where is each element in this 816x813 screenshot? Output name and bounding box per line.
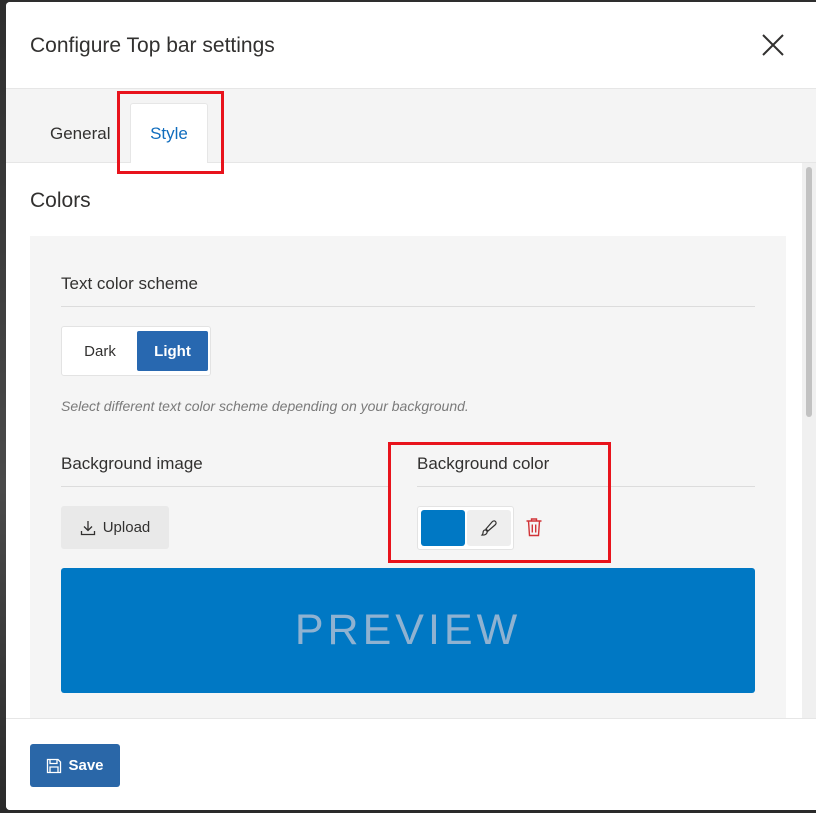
dialog-body: Colors Text color scheme Dark Light Sele… (6, 163, 816, 718)
background-color-picker (417, 506, 514, 550)
floppy-disk-icon (47, 758, 62, 773)
divider (417, 486, 755, 487)
dialog-header: Configure Top bar settings (6, 2, 816, 88)
close-icon (762, 34, 784, 56)
upload-label: Upload (102, 519, 151, 536)
pick-color-button[interactable] (467, 510, 511, 546)
preview-label: PREVIEW (294, 606, 522, 654)
color-swatch[interactable] (421, 510, 465, 546)
delete-color-button[interactable] (523, 514, 545, 540)
brush-icon (480, 520, 497, 536)
settings-dialog: Configure Top bar settings General Style… (6, 2, 816, 810)
tab-general[interactable]: General (30, 103, 130, 165)
upload-button[interactable]: Upload (61, 506, 169, 549)
background-preview: PREVIEW (61, 568, 755, 693)
scheme-light-button[interactable]: Light (137, 331, 208, 371)
tab-bar: General Style (6, 88, 816, 165)
divider (61, 486, 391, 487)
close-button[interactable] (758, 30, 788, 60)
colors-panel: Text color scheme Dark Light Select diff… (30, 236, 786, 718)
scrollbar[interactable] (802, 163, 816, 718)
text-color-scheme-hint: Select different text color scheme depen… (61, 398, 469, 414)
trash-icon (526, 518, 542, 537)
dialog-footer: Save (6, 718, 816, 810)
tab-style[interactable]: Style (130, 103, 208, 164)
divider (61, 306, 755, 307)
background-image-label: Background image (61, 454, 203, 473)
save-label: Save (68, 757, 104, 774)
dialog-title: Configure Top bar settings (30, 34, 275, 57)
save-button[interactable]: Save (30, 744, 120, 787)
text-color-scheme-toggle: Dark Light (61, 326, 211, 376)
download-icon (80, 520, 95, 535)
scheme-dark-button[interactable]: Dark (66, 331, 134, 371)
background-color-label: Background color (417, 454, 550, 473)
colors-section-title: Colors (30, 189, 91, 212)
text-color-scheme-label: Text color scheme (61, 274, 198, 293)
scrollbar-thumb[interactable] (806, 167, 812, 417)
